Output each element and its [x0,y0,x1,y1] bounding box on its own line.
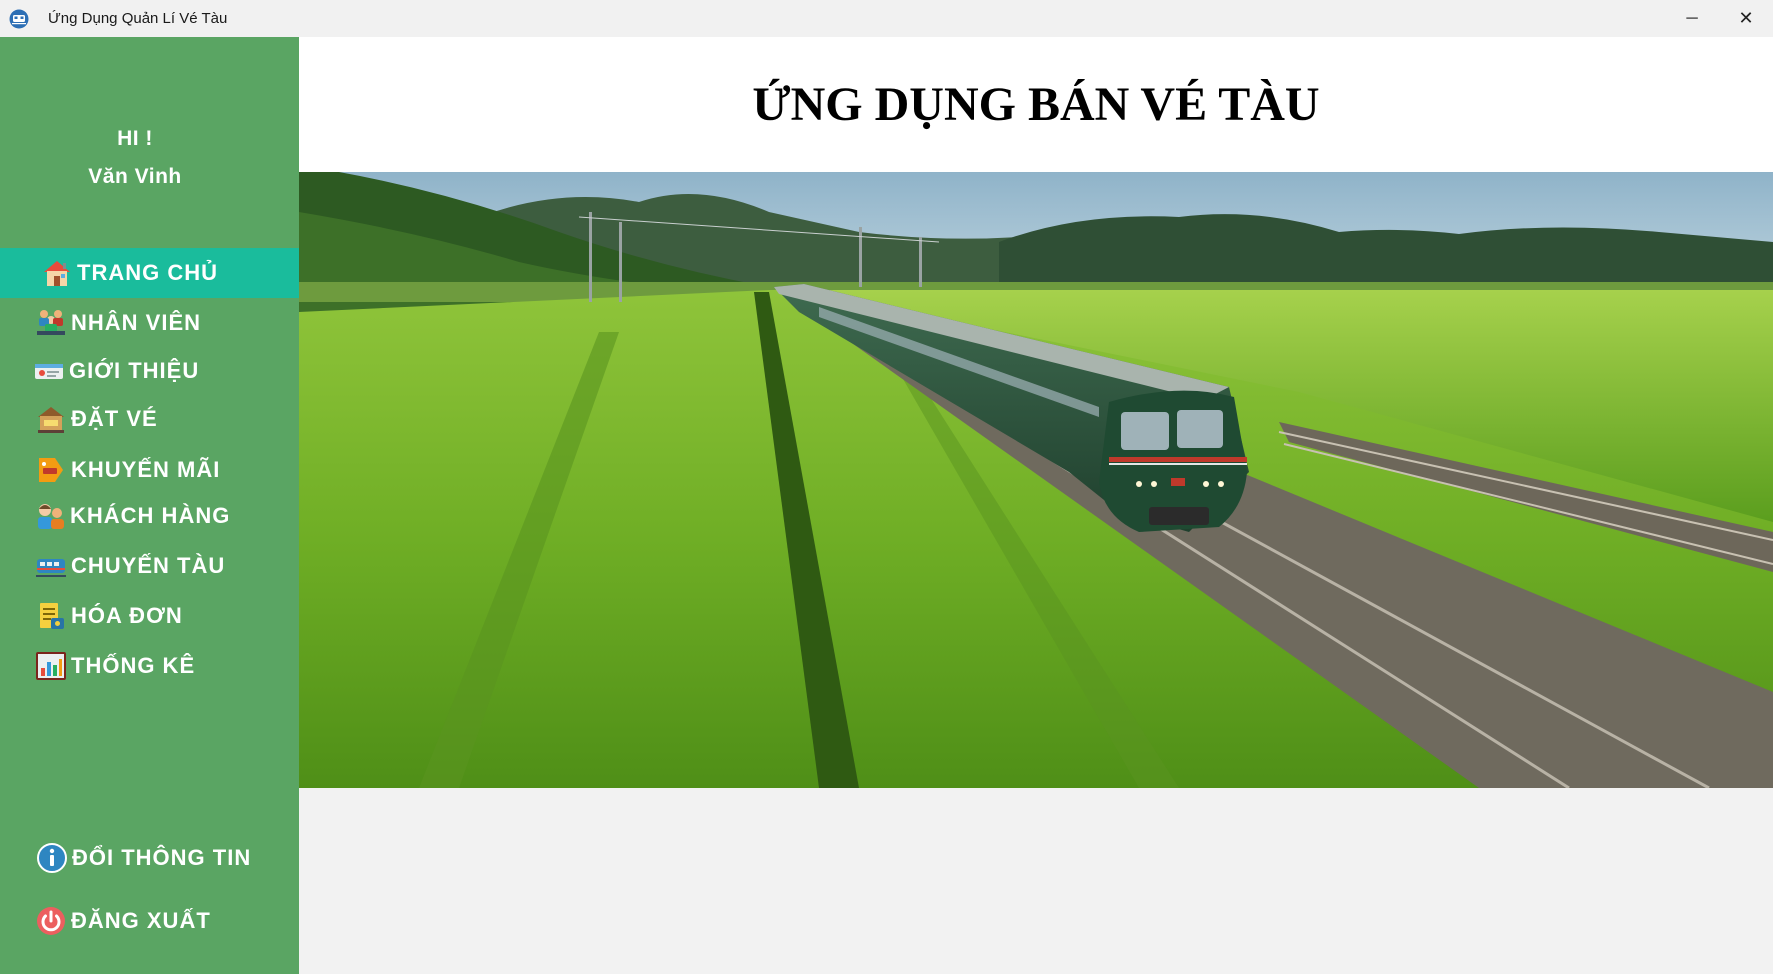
user-name: Văn Vinh [88,165,182,188]
sidebar-item-label: KHUYẾN MÃI [71,457,221,482]
sidebar-item-booking[interactable]: ĐẶT VÉ [0,394,299,444]
sidebar-item-intro[interactable]: GIỚI THIỆU [0,346,299,396]
train-icon [36,559,66,577]
sidebar-item-label: ĐẶT VÉ [71,406,158,431]
info-icon [37,843,67,873]
sidebar-item-statistics[interactable]: THỐNG KÊ [0,641,299,691]
sidebar-item-trips[interactable]: CHUYẾN TÀU [0,541,299,591]
staff-icon [37,310,65,335]
sidebar-item-invoice[interactable]: HÓA ĐƠN [0,591,299,641]
sidebar-item-label: GIỚI THIỆU [69,358,200,383]
sidebar-item-label: NHÂN VIÊN [71,310,202,335]
ticket-booking-icon [38,407,64,433]
power-icon [37,907,65,935]
sidebar: HI ! Văn Vinh TRANG CHỦ NHÂN VIÊN GIỚI T… [0,37,299,974]
train-app-icon [9,9,29,28]
sidebar-item-staff[interactable]: NHÂN VIÊN [0,298,299,348]
sidebar-item-label: CHUYẾN TÀU [71,553,226,578]
header-panel: ỨNG DỤNG BÁN VÉ TÀU [299,37,1773,172]
sidebar-item-label: ĐĂNG XUẤT [71,908,211,933]
sale-tag-icon [39,458,63,482]
minimize-button[interactable]: ─ [1665,0,1719,37]
sidebar-item-logout[interactable]: ĐĂNG XUẤT [0,896,299,946]
close-icon: ✕ [1738,8,1754,28]
sidebar-item-change-info[interactable]: ĐỔI THÔNG TIN [0,833,299,883]
intro-card-icon [35,364,63,379]
sidebar-item-home[interactable]: TRANG CHỦ [0,248,299,298]
window-title: Ứng Dụng Quản Lí Vé Tàu [48,10,228,27]
customer-icon [38,504,64,529]
page-title: ỨNG DỤNG BÁN VÉ TÀU [752,78,1320,131]
sidebar-item-label: ĐỔI THÔNG TIN [72,845,252,870]
sidebar-item-label: HÓA ĐƠN [71,603,183,628]
greeting-text: HI ! [117,127,153,150]
statistics-icon [36,652,66,680]
sidebar-item-promotion[interactable]: KHUYẾN MÃI [0,445,299,495]
sidebar-item-label: TRANG CHỦ [77,260,218,285]
minimize-icon: ─ [1686,9,1698,27]
invoice-icon [40,603,64,629]
sidebar-item-label: KHÁCH HÀNG [70,503,231,528]
train-through-rice-fields-photo [299,172,1773,788]
close-button[interactable]: ✕ [1719,0,1773,37]
window-titlebar: Ứng Dụng Quản Lí Vé Tàu ─ ✕ [0,0,1773,37]
sidebar-item-customer[interactable]: KHÁCH HÀNG [0,491,299,541]
home-icon [44,261,70,286]
sidebar-item-label: THỐNG KÊ [71,653,196,678]
